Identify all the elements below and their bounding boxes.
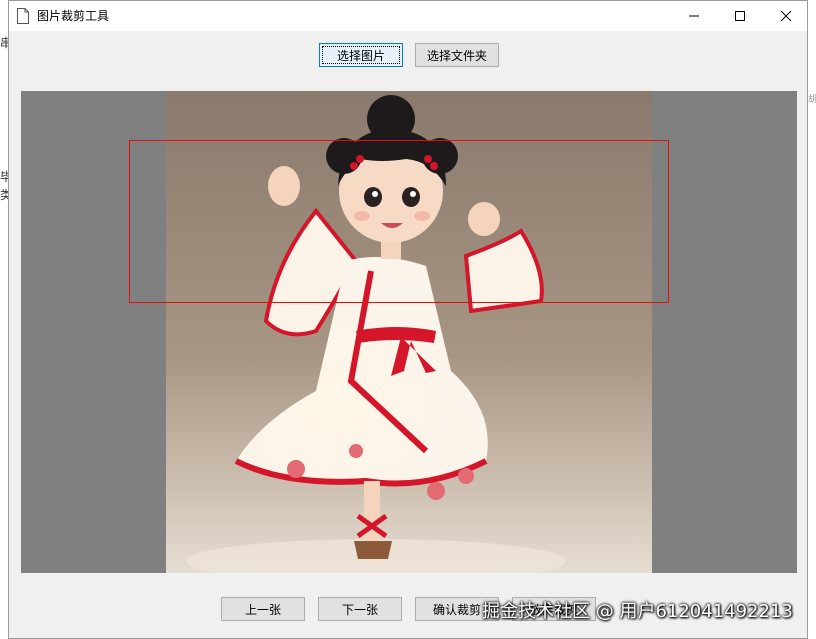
- title-bar: 图片裁剪工具: [9, 1, 807, 31]
- document-icon: [17, 8, 29, 24]
- background-text-fragment: 胡: [808, 95, 816, 105]
- previous-image-button[interactable]: 上一张: [221, 597, 305, 621]
- app-window: 图片裁剪工具 选择图片 选择文件夹 上一张 下一张 确认裁剪 放弃裁剪: [8, 0, 808, 639]
- close-button[interactable]: [763, 1, 807, 31]
- maximize-icon: [735, 11, 745, 21]
- next-image-button[interactable]: 下一张: [318, 597, 402, 621]
- select-folder-button[interactable]: 选择文件夹: [415, 43, 499, 67]
- window-title: 图片裁剪工具: [37, 9, 110, 23]
- minimize-icon: [689, 15, 699, 17]
- watermark-text: 掘金技术社区 @ 用户612041492213: [482, 601, 793, 622]
- select-image-button[interactable]: 选择图片: [319, 43, 403, 67]
- close-icon: [781, 11, 791, 21]
- minimize-button[interactable]: [671, 1, 717, 31]
- maximize-button[interactable]: [717, 1, 763, 31]
- image-canvas[interactable]: [21, 91, 797, 573]
- crop-selection-rectangle[interactable]: [129, 140, 669, 303]
